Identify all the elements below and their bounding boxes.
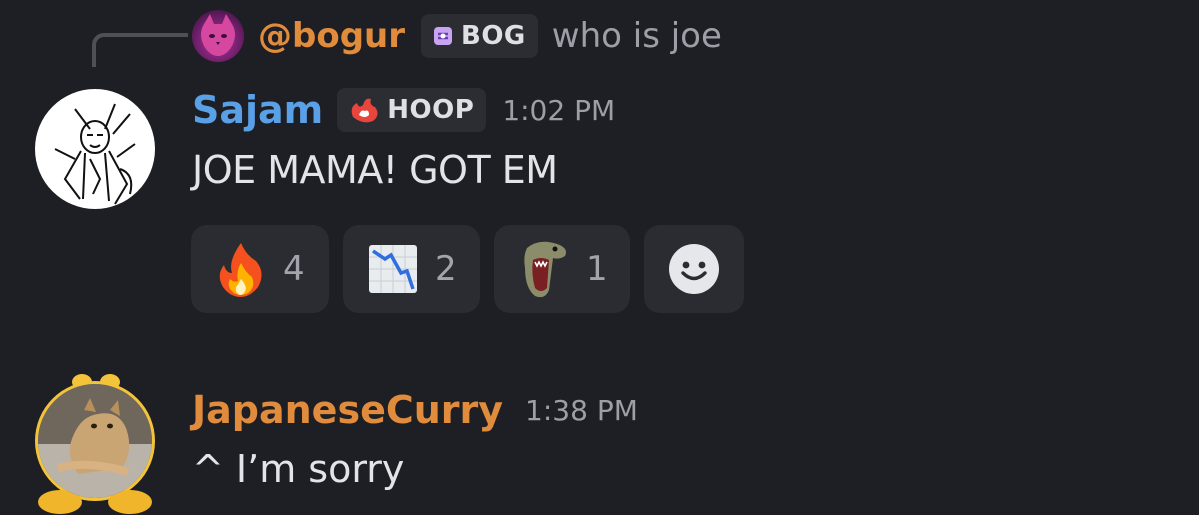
timestamp[interactable]: 1:02 PM xyxy=(502,94,615,127)
tag-label: HOOP xyxy=(387,95,475,125)
reaction-count: 4 xyxy=(283,249,305,289)
chart-decreasing-icon xyxy=(365,241,421,297)
reaction-dinosaur[interactable]: 1 xyxy=(494,225,630,313)
sketch-character-icon xyxy=(54,103,136,205)
message-text[interactable]: ^ I’m sorry xyxy=(192,447,404,491)
fire-icon xyxy=(213,241,269,297)
chat-view: @bogur BOG who is joe Sajam HOOP 1:02 PM… xyxy=(0,0,1199,515)
message-header: JapaneseCurry 1:38 PM xyxy=(192,382,638,438)
reply-connector xyxy=(92,33,188,67)
cat-icon xyxy=(38,384,152,498)
message-text[interactable]: JOE MAMA! GOT EM xyxy=(192,148,558,192)
reaction-count: 1 xyxy=(586,249,608,289)
smiley-add-icon xyxy=(669,244,719,294)
reaction-count: 2 xyxy=(435,249,457,289)
timestamp[interactable]: 1:38 PM xyxy=(525,394,638,427)
japanesecurry-avatar[interactable] xyxy=(30,372,160,515)
reply-author[interactable]: @bogur xyxy=(258,16,405,56)
reply-preview[interactable]: @bogur BOG who is joe xyxy=(192,8,722,64)
reply-text[interactable]: who is joe xyxy=(552,16,722,56)
author-name[interactable]: Sajam xyxy=(192,88,323,132)
bogur-avatar[interactable] xyxy=(192,10,244,62)
reaction-fire[interactable]: 4 xyxy=(191,225,329,313)
add-reaction-button[interactable] xyxy=(644,225,744,313)
hoop-tag-icon xyxy=(347,95,381,125)
author-name[interactable]: JapaneseCurry xyxy=(192,388,503,432)
server-tag[interactable]: HOOP xyxy=(337,88,487,132)
cat-photo xyxy=(38,384,152,498)
cat-silhouette-icon xyxy=(201,14,235,56)
message-header: Sajam HOOP 1:02 PM xyxy=(192,82,615,138)
sajam-avatar[interactable] xyxy=(35,89,155,209)
reactions-bar: 4 2 1 xyxy=(191,225,758,313)
tag-label: BOG xyxy=(461,21,526,51)
reaction-chart-down[interactable]: 2 xyxy=(343,225,480,313)
bog-tag-icon xyxy=(431,24,455,48)
server-tag[interactable]: BOG xyxy=(421,14,538,58)
dinosaur-screaming-icon xyxy=(516,241,572,298)
